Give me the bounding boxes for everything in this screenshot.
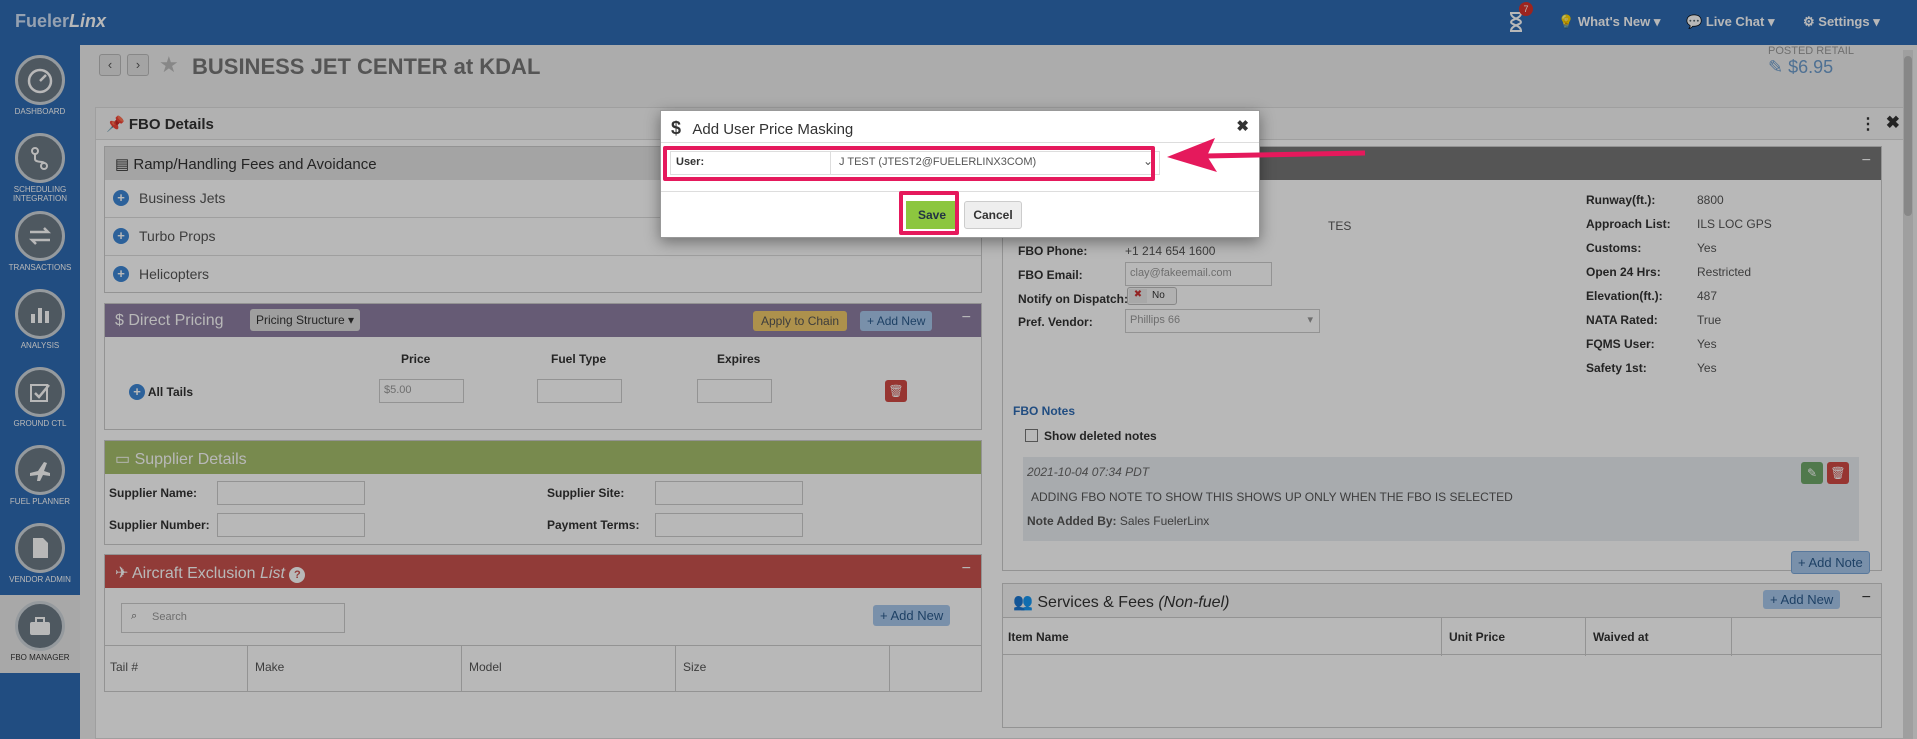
dollar-icon: $: [671, 118, 682, 138]
cancel-button[interactable]: Cancel: [964, 201, 1022, 229]
save-button-highlight: [899, 191, 959, 235]
user-row-highlight: [663, 146, 1155, 181]
modal-title: Add User Price Masking: [692, 121, 854, 138]
close-icon[interactable]: ✖: [1236, 117, 1249, 135]
pointer-arrow-icon: [1167, 138, 1366, 172]
